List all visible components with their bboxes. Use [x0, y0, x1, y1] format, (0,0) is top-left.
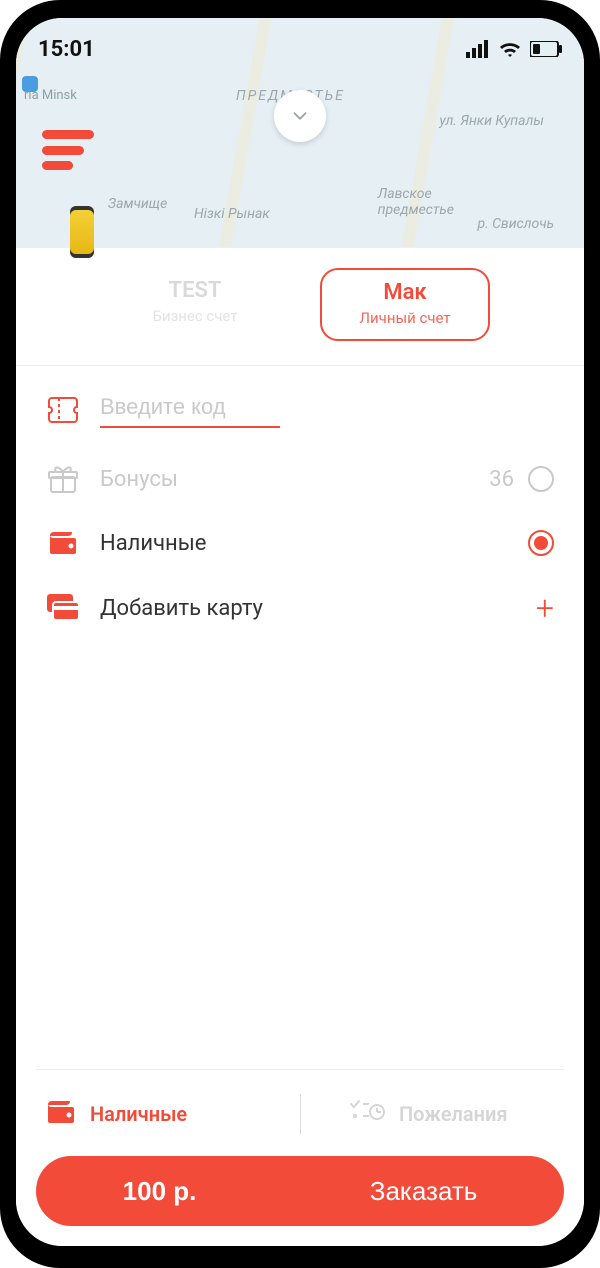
dock-preferences-button[interactable]: Пожелания: [301, 1098, 555, 1130]
cash-label: Наличные: [100, 531, 508, 556]
account-tabs: TEST Бизнес счет Мак Личный счет: [16, 248, 584, 366]
bonuses-row[interactable]: Бонусы 36: [42, 446, 558, 512]
chevron-down-icon: [289, 105, 311, 127]
wallet-icon: [46, 530, 80, 556]
ticket-icon: [46, 397, 80, 423]
bonuses-label: Бонусы: [100, 467, 469, 492]
map-background: 15:01 ria Minsk ПРЕДМЕСТЬЕ ул. Янки Купа…: [16, 18, 584, 248]
order-price: 100 р.: [123, 1176, 197, 1207]
cash-row[interactable]: Наличные: [42, 512, 558, 574]
tab-title: Мак: [348, 280, 462, 305]
wifi-icon: [498, 40, 522, 58]
tab-subtitle: Личный счет: [348, 309, 462, 327]
map-label-mid-left: Замчище: [108, 196, 167, 212]
credit-card-icon: [46, 594, 80, 622]
battery-icon: [530, 41, 562, 57]
signal-icon: [466, 40, 490, 58]
bonuses-radio[interactable]: [528, 466, 554, 492]
payment-options-list: Бонусы 36 Наличные Добавить карту +: [16, 366, 584, 642]
order-action-label: Заказать: [370, 1176, 478, 1207]
tab-business-account[interactable]: TEST Бизнес счет: [110, 268, 280, 341]
dock-payment-label: Наличные: [90, 1102, 187, 1126]
status-icons: [466, 40, 562, 58]
add-card-label: Добавить карту: [100, 596, 516, 621]
bonuses-value: 36: [489, 467, 514, 492]
tab-personal-account[interactable]: Мак Личный счет: [320, 268, 490, 341]
collapse-handle[interactable]: [274, 90, 326, 142]
map-label-top-right: ул. Янки Купалы: [439, 113, 544, 129]
add-card-row[interactable]: Добавить карту +: [42, 574, 558, 642]
dock-payment-button[interactable]: Наличные: [46, 1099, 300, 1129]
wallet-icon: [46, 1099, 76, 1129]
tab-title: TEST: [136, 278, 254, 303]
cash-radio[interactable]: [528, 530, 554, 556]
dock-preferences-label: Пожелания: [399, 1102, 508, 1126]
preferences-icon: [347, 1098, 385, 1130]
map-label-mid-center: Нізкі Рынак: [194, 206, 270, 222]
gift-icon: [46, 464, 80, 494]
status-bar: 15:01: [16, 18, 584, 68]
promo-code-input[interactable]: [100, 392, 280, 428]
menu-button[interactable]: [42, 130, 94, 170]
map-poi-label: ria Minsk: [24, 88, 77, 103]
tab-subtitle: Бизнес счет: [136, 307, 254, 325]
map-label-river: р. Свислочь: [477, 216, 554, 232]
map-label-mid-right: Лавское предместье: [378, 186, 454, 218]
plus-icon: +: [536, 592, 554, 624]
order-button[interactable]: 100 р. Заказать: [36, 1156, 564, 1226]
promo-code-row: [42, 374, 558, 446]
map-vehicle-marker: [70, 206, 94, 258]
status-time: 15:01: [38, 37, 95, 62]
